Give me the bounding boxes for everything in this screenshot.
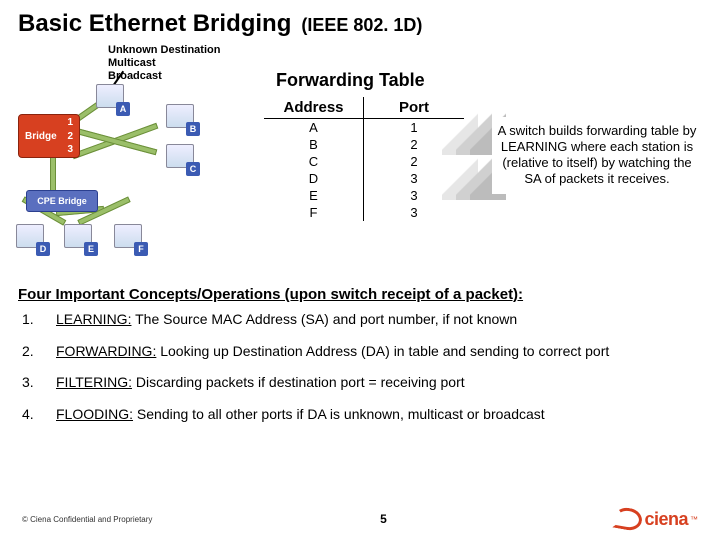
item-text: FORWARDING: Looking up Destination Addre… bbox=[56, 343, 609, 361]
bridge-box: Bridge 1 2 3 bbox=[18, 114, 80, 158]
host-label: A bbox=[116, 102, 130, 116]
note-line: Broadcast bbox=[108, 70, 220, 83]
table-cell: B bbox=[264, 136, 363, 153]
list-item: 1. LEARNING: The Source MAC Address (SA)… bbox=[22, 311, 690, 329]
item-number: 4. bbox=[22, 406, 38, 424]
host-label: B bbox=[186, 122, 200, 136]
table-cell: A bbox=[264, 119, 363, 136]
logo-text: ciena bbox=[644, 509, 688, 530]
table-cell: E bbox=[264, 187, 363, 204]
flood-note: Unknown Destination Multicast Broadcast bbox=[108, 44, 220, 84]
table-cells: A B C D E F bbox=[264, 119, 364, 221]
host-label: D bbox=[36, 242, 50, 256]
note-line: Unknown Destination bbox=[108, 44, 220, 57]
bridge-label: Bridge bbox=[25, 131, 57, 142]
list-item: 2. FORWARDING: Looking up Destination Ad… bbox=[22, 343, 690, 361]
item-number: 1. bbox=[22, 311, 38, 329]
host-label: E bbox=[84, 242, 98, 256]
table-cell: F bbox=[264, 204, 363, 221]
list-item: 3. FILTERING: Discarding packets if dest… bbox=[22, 374, 690, 392]
diagram-column: Unknown Destination Multicast Broadcast … bbox=[18, 46, 248, 272]
list-item: 4. FLOODING: Sending to all other ports … bbox=[22, 406, 690, 424]
upper-section: Unknown Destination Multicast Broadcast … bbox=[0, 42, 720, 280]
trademark-icon: ™ bbox=[690, 515, 698, 524]
table-cell: D bbox=[264, 170, 363, 187]
item-number: 3. bbox=[22, 374, 38, 392]
port-label: 3 bbox=[67, 144, 73, 155]
page-number: 5 bbox=[380, 512, 387, 526]
network-diagram: Bridge 1 2 3 CPE Bridge A B C D E F bbox=[18, 92, 238, 272]
logo-swirl-icon bbox=[614, 508, 642, 530]
footer: © Ciena Confidential and Proprietary 5 c… bbox=[0, 508, 720, 530]
concepts-header: Four Important Concepts/Operations (upon… bbox=[0, 280, 720, 311]
title-row: Basic Ethernet Bridging (IEEE 802. 1D) bbox=[0, 0, 720, 42]
forwarding-table-title: Forwarding Table bbox=[276, 70, 702, 91]
concepts-list: 1. LEARNING: The Source MAC Address (SA)… bbox=[0, 311, 720, 423]
port-label: 1 bbox=[67, 117, 73, 128]
callout: A switch builds forwarding table by LEAR… bbox=[492, 100, 702, 210]
table-col-address: Address A B C D E F bbox=[264, 97, 364, 221]
item-text: LEARNING: The Source MAC Address (SA) an… bbox=[56, 311, 517, 329]
cpe-bridge-box: CPE Bridge bbox=[26, 190, 98, 212]
cpe-label: CPE Bridge bbox=[37, 196, 87, 206]
port-label: 2 bbox=[67, 131, 73, 142]
item-number: 2. bbox=[22, 343, 38, 361]
note-line: Multicast bbox=[108, 57, 220, 70]
item-text: FILTERING: Discarding packets if destina… bbox=[56, 374, 465, 392]
host-label: F bbox=[134, 242, 148, 256]
page-subtitle: (IEEE 802. 1D) bbox=[301, 15, 422, 36]
table-cell: 3 bbox=[364, 204, 464, 221]
callout-text: A switch builds forwarding table by LEAR… bbox=[492, 117, 702, 194]
table-cell: C bbox=[264, 153, 363, 170]
item-text: FLOODING: Sending to all other ports if … bbox=[56, 406, 545, 424]
copyright-text: © Ciena Confidential and Proprietary bbox=[22, 515, 152, 524]
table-header: Address bbox=[264, 97, 364, 119]
page-title: Basic Ethernet Bridging bbox=[18, 10, 291, 38]
ciena-logo: ciena ™ bbox=[614, 508, 698, 530]
host-label: C bbox=[186, 162, 200, 176]
